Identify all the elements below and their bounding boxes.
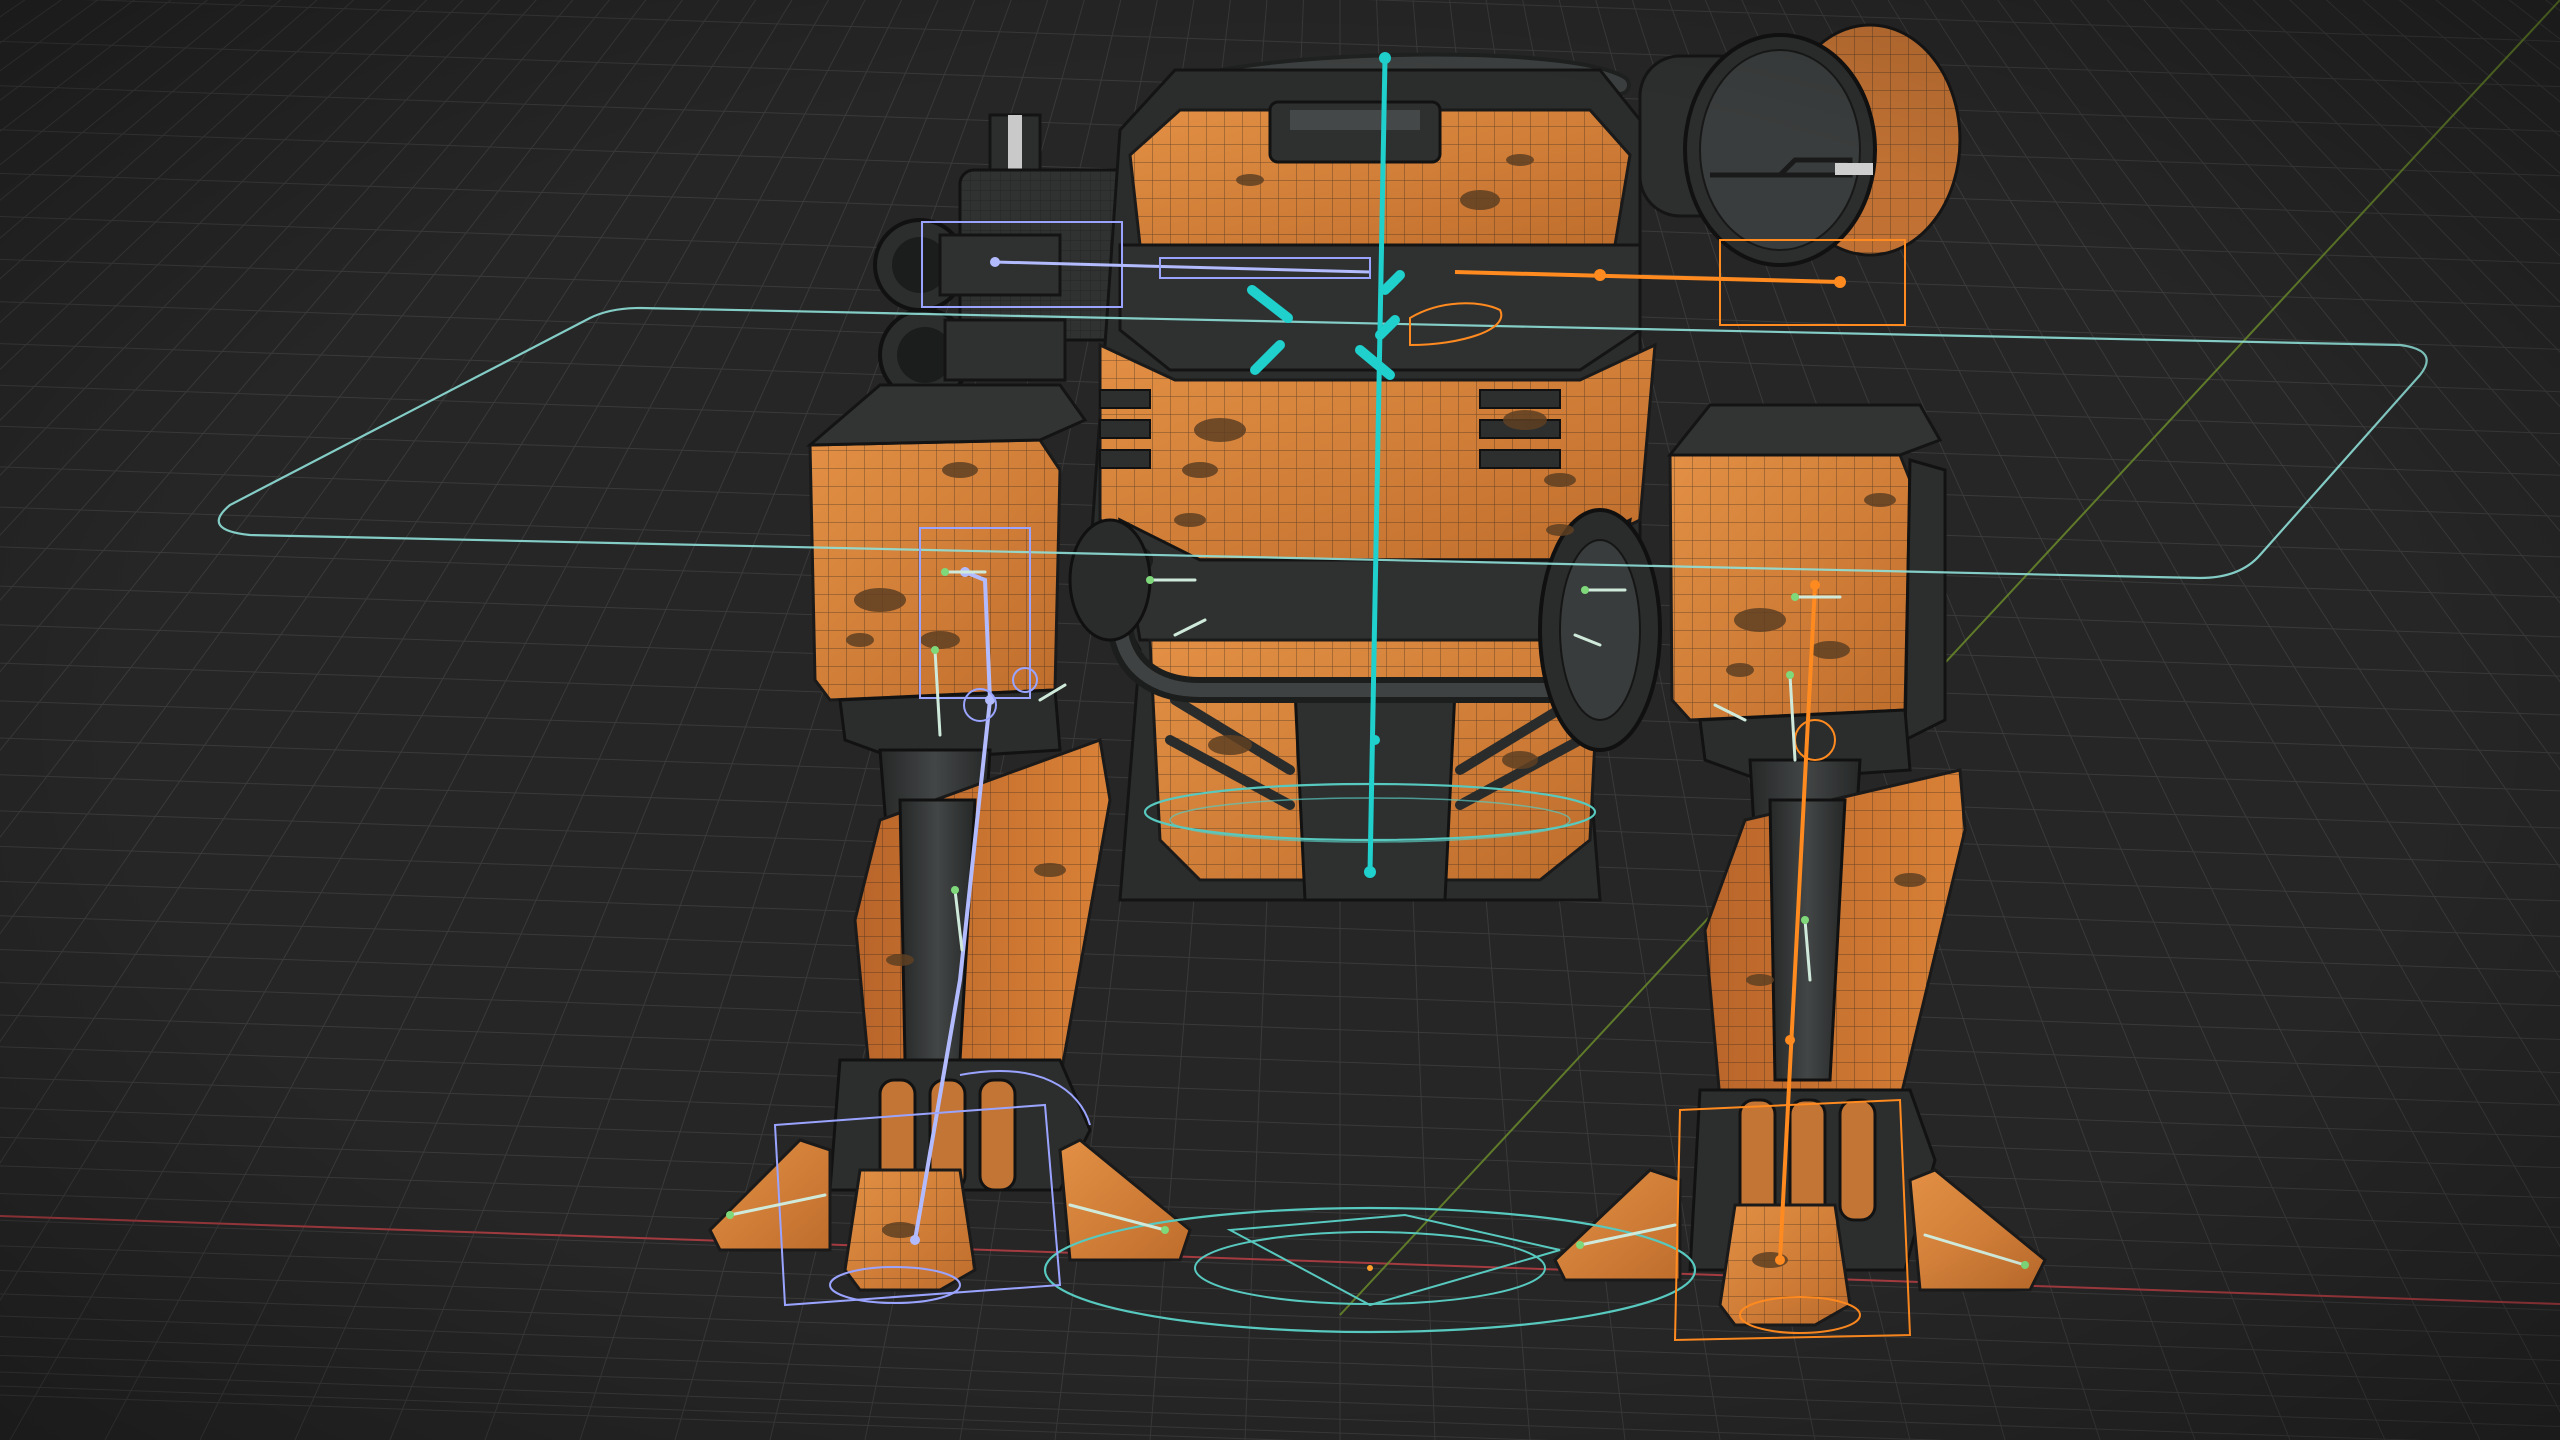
3d-viewport[interactable] xyxy=(0,0,2560,1440)
viewport-vignette xyxy=(0,0,2560,1440)
viewport-canvas[interactable] xyxy=(0,0,2560,1440)
